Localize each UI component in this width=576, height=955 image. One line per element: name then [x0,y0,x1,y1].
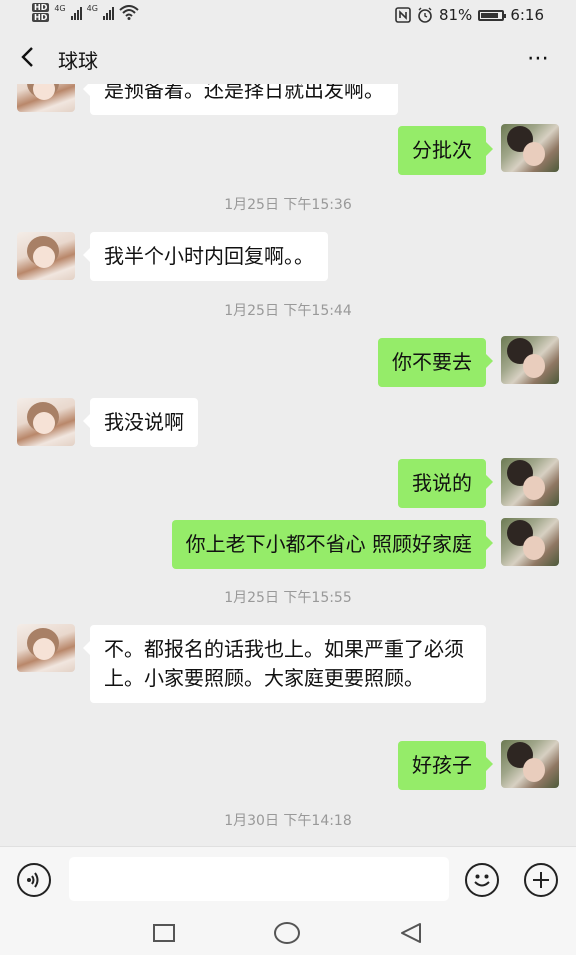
hd-badge: HD [32,3,50,12]
incoming-message[interactable]: 不。都报名的话我也上。如果严重了必须上。小家要照顾。大家庭更要照顾。 [83,625,486,703]
voice-icon [27,872,39,888]
contact-avatar[interactable] [17,84,75,112]
signal-icon [102,6,114,20]
more-functions-button[interactable] [524,863,558,897]
battery-percent: 81% [438,6,473,24]
system-navigation-bar [0,910,576,955]
hd-badges: HD HD [32,3,50,22]
status-bar: HD HD 4G 4G 81% 6:16 [0,0,576,32]
incoming-message[interactable]: 是预备着。还是择日就出发啊。 [83,84,398,115]
plus-icon [533,872,549,888]
message-timestamp: 1月25日 下午15:44 [224,303,352,319]
message-list[interactable]: 是预备着。还是择日就出发啊。 分批次 1月25日 下午15:36 我半个小时内回… [0,84,576,846]
my-avatar[interactable] [501,458,559,506]
message-timestamp: 1月25日 下午15:36 [224,197,352,213]
emoji-icon [474,874,490,887]
battery-icon [478,9,507,21]
hd-badge: HD [32,13,50,22]
back-icon[interactable] [398,921,424,945]
chat-header: 球球 ⋯ [0,32,576,84]
my-avatar[interactable] [501,740,559,788]
contact-avatar[interactable] [17,398,75,446]
message-input[interactable] [69,857,449,901]
nfc-icon [395,7,411,23]
contact-avatar[interactable] [17,624,75,672]
outgoing-message[interactable]: 我说的 [398,459,493,508]
message-timestamp: 1月30日 下午14:18 [224,813,352,829]
home-icon[interactable] [274,922,300,944]
wifi-icon [119,5,139,20]
message-timestamp: 1月25日 下午15:55 [224,590,352,606]
network-type: 4G [54,4,66,13]
my-avatar[interactable] [501,336,559,384]
recent-apps-icon[interactable] [153,924,175,942]
input-bar [0,846,576,911]
signal-icon [70,6,82,20]
contact-avatar[interactable] [17,232,75,280]
outgoing-message[interactable]: 好孩子 [398,741,493,790]
alarm-icon [418,7,432,23]
outgoing-message[interactable]: 分批次 [398,126,493,175]
more-options-button[interactable]: ⋯ [527,46,550,71]
chat-title: 球球 [58,49,98,73]
clock: 6:16 [510,6,544,24]
incoming-message[interactable]: 我没说啊 [83,398,198,447]
outgoing-message[interactable]: 你不要去 [378,338,493,387]
signal-group: HD HD 4G 4G [32,3,139,22]
my-avatar[interactable] [501,518,559,566]
emoji-button[interactable] [465,863,499,897]
status-right: 81% 6:16 [395,6,544,24]
voice-button[interactable] [17,863,51,897]
back-arrow-icon[interactable] [16,44,40,70]
incoming-message[interactable]: 我半个小时内回复啊。。 [83,232,328,281]
my-avatar[interactable] [501,124,559,172]
network-type: 4G [86,4,98,13]
outgoing-message[interactable]: 你上老下小都不省心 照顾好家庭 [171,520,494,569]
